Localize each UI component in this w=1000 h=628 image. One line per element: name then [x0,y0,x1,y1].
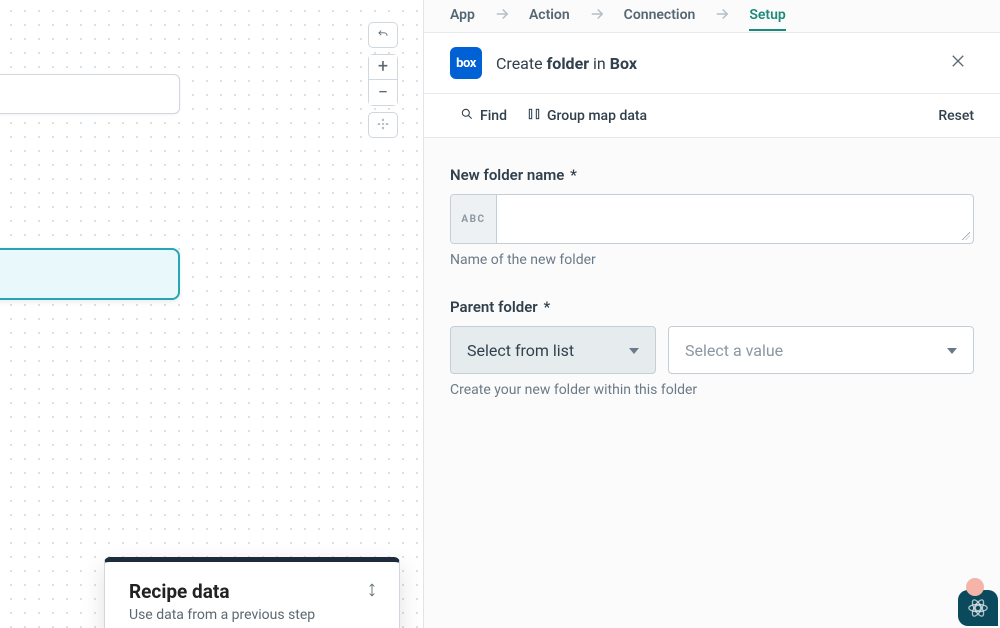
title-in: in [593,54,606,73]
recipe-data-popover: Recipe data Use data from a previous ste… [104,557,400,628]
recipe-data-subtitle: Use data from a previous step [129,607,375,623]
search-icon [460,107,474,125]
group-map-icon [527,107,541,125]
fit-to-screen-icon [376,116,390,135]
canvas-undo-button[interactable] [368,22,398,48]
box-app-icon: box [450,47,482,79]
close-icon [949,52,967,74]
recipe-data-title: Recipe data [129,580,375,603]
close-button[interactable] [942,47,974,79]
breadcrumb: App Action Connection Setup [424,0,1000,32]
select-mode-label: Select from list [467,341,574,360]
breadcrumb-step-action[interactable]: Action [529,7,570,31]
setup-form: New folder name * ABC Name of the new fo… [424,138,1000,628]
text-type-icon: ABC [451,195,497,243]
chevron-right-icon [713,5,731,27]
workflow-canvas[interactable]: + − Recipe data Use data from a previous… [0,0,424,628]
setup-panel: App Action Connection Setup box Create f… [424,0,1000,628]
reset-button[interactable]: Reset [938,108,974,124]
title-app: Box [610,54,637,73]
canvas-zoom-out-button[interactable]: − [368,80,398,106]
parent-folder-value-select[interactable]: Select a value [668,326,974,374]
app-icon-label: box [456,56,476,71]
canvas-fit-button[interactable] [368,112,398,138]
folder-name-input[interactable] [497,195,959,243]
group-map-label: Group map data [547,108,647,124]
breadcrumb-step-app[interactable]: App [450,7,475,31]
breadcrumb-step-setup[interactable]: Setup [749,7,785,31]
chevron-right-icon [493,5,511,27]
panel-titlebar: box Create folder in Box [424,32,1000,94]
folder-name-input-wrap: ABC [450,194,974,244]
drag-handle-icon[interactable] [365,582,379,602]
workflow-node-action-selected[interactable] [0,248,180,300]
field-label-text: Parent folder [450,298,538,316]
minus-icon: − [378,84,388,102]
required-mark: * [570,166,577,184]
resize-handle-icon[interactable] [959,195,973,243]
breadcrumb-step-connection[interactable]: Connection [624,7,696,31]
field-help-text: Name of the new folder [450,252,974,268]
assistant-fab[interactable] [958,590,998,626]
field-help-text: Create your new folder within this folde… [450,382,974,398]
workflow-node-trigger[interactable] [0,74,180,114]
field-parent-folder: Parent folder * Select from list Select … [450,298,974,398]
find-label: Find [480,108,507,124]
undo-icon [376,26,390,45]
caret-down-icon [947,341,957,360]
title-object: folder [547,54,590,73]
required-mark: * [543,298,550,316]
field-new-folder-name: New folder name * ABC Name of the new fo… [450,166,974,268]
title-action: Create [496,54,543,73]
parent-folder-mode-select[interactable]: Select from list [450,326,656,374]
group-map-data-button[interactable]: Group map data [527,107,647,125]
notification-badge [966,578,984,596]
plus-icon: + [378,58,388,76]
reset-label: Reset [938,108,974,124]
canvas-zoom-in-button[interactable]: + [368,54,398,80]
select-value-placeholder: Select a value [685,341,783,360]
panel-title: Create folder in Box [496,54,637,73]
chevron-right-icon [588,5,606,27]
field-label-text: New folder name [450,166,564,184]
find-button[interactable]: Find [460,107,507,125]
panel-toolbar: Find Group map data Reset [424,94,1000,138]
caret-down-icon [629,341,639,360]
